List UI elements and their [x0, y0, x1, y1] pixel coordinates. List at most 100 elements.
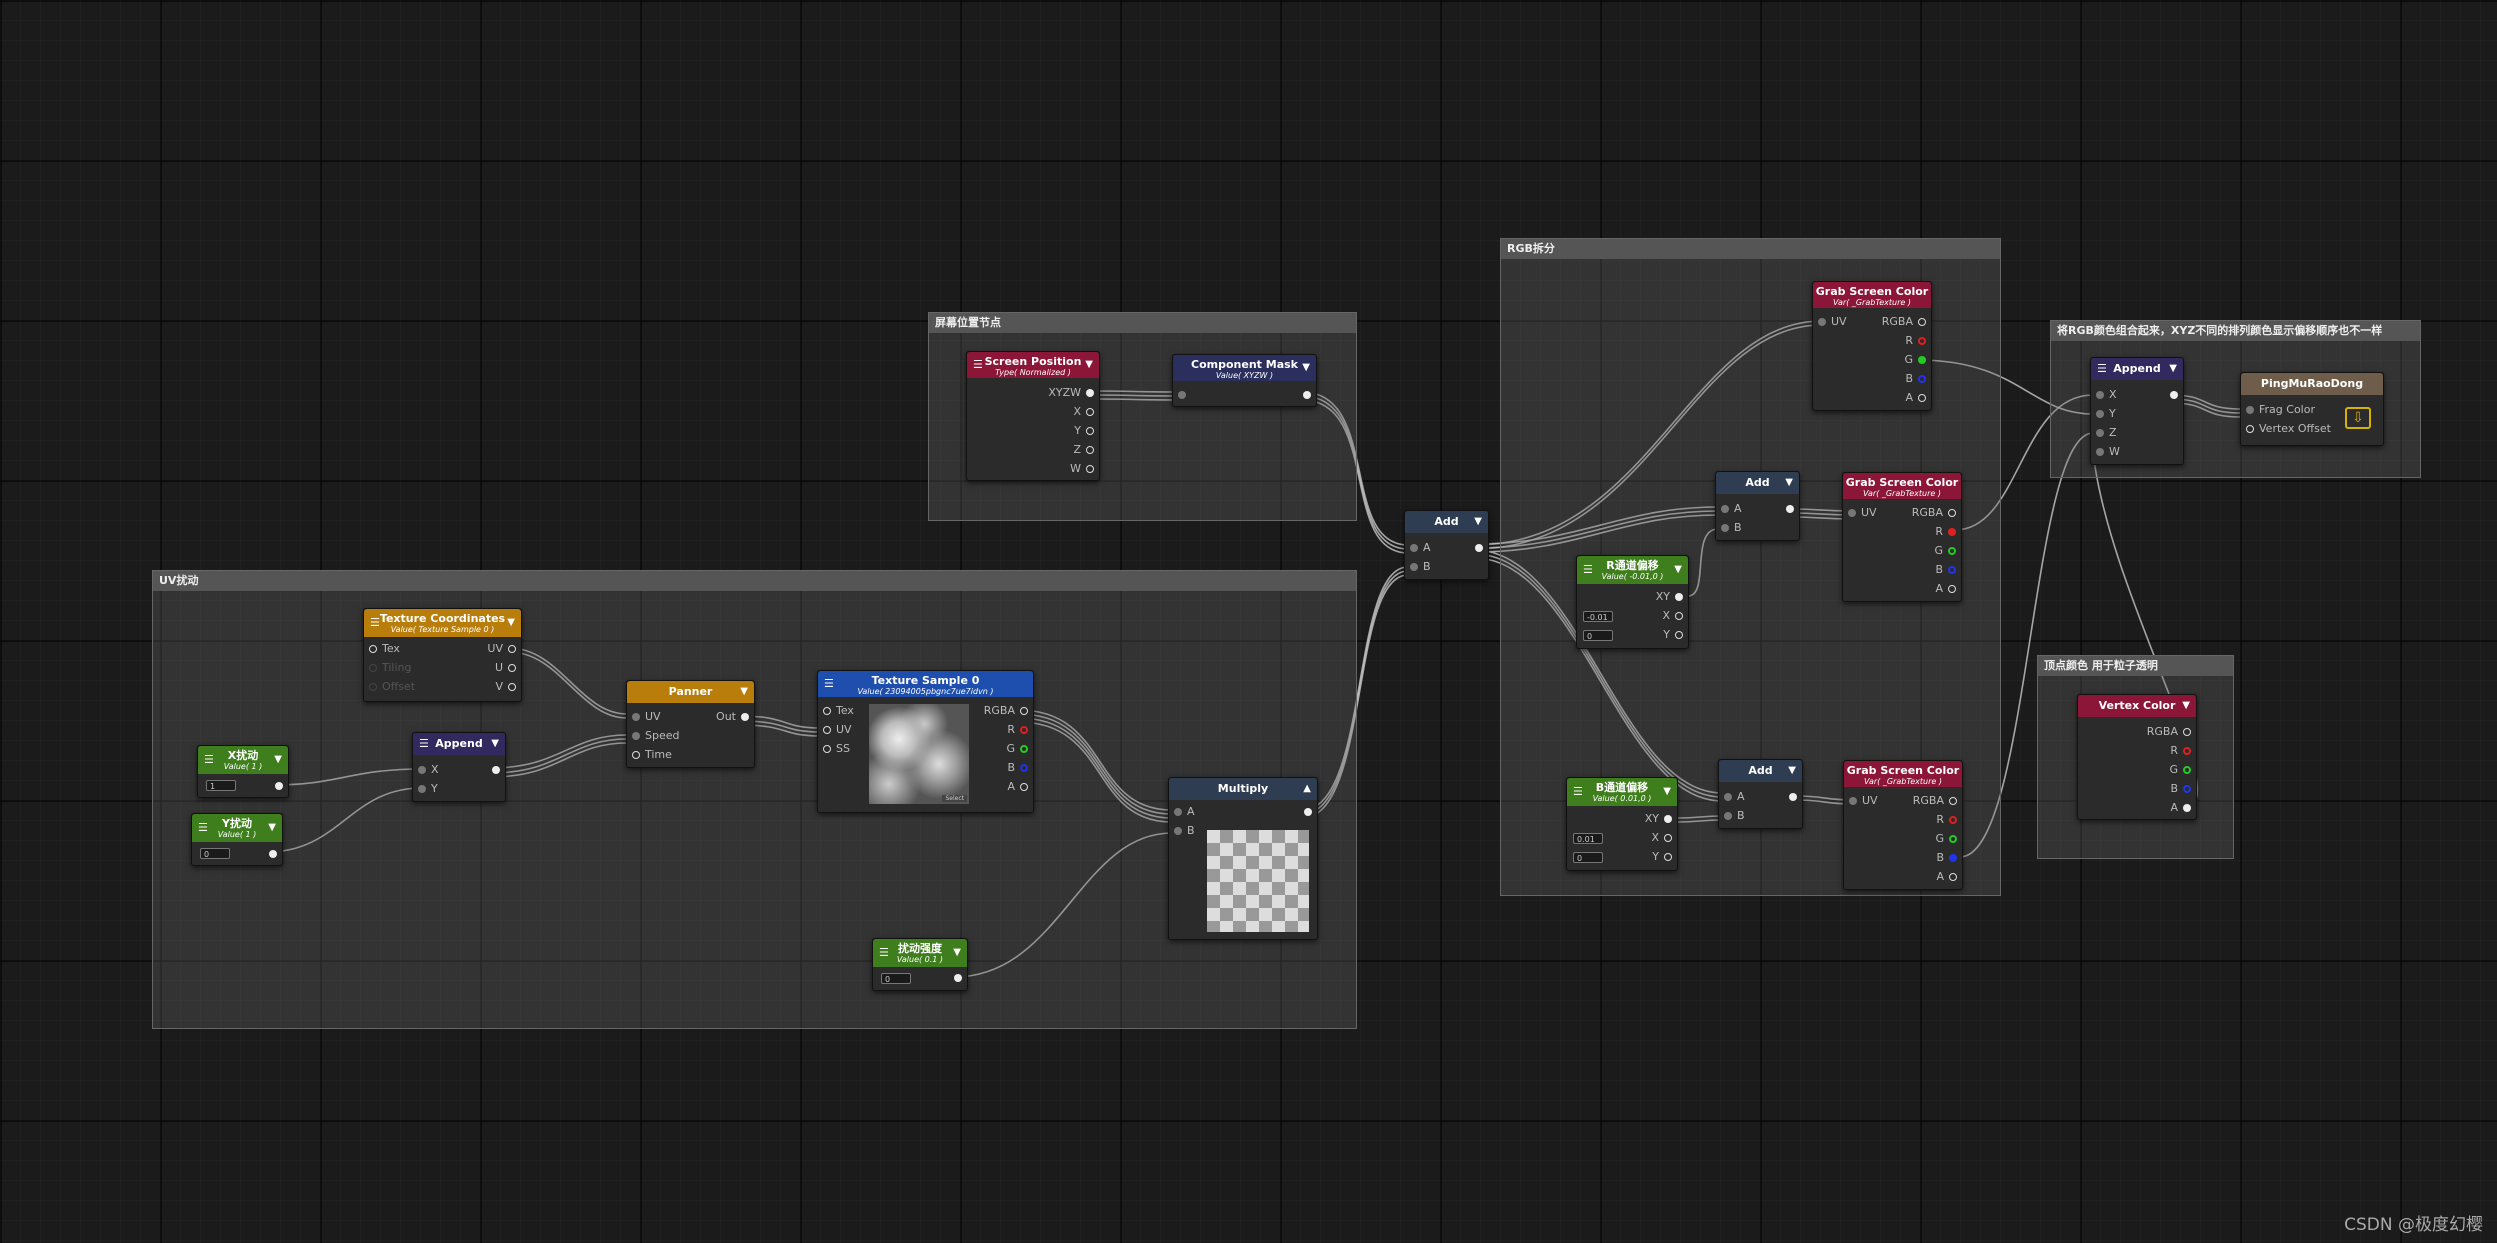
value-x-field[interactable]: 0.01	[1573, 833, 1603, 844]
output-b[interactable]: B	[1007, 761, 1031, 775]
dropdown-arrow-icon[interactable]: ▼	[1788, 764, 1796, 778]
multiply-node[interactable]: Multiply ▲ A B	[1168, 777, 1318, 940]
node-header[interactable]: ☰ Texture Sample 0 Value( 23094005pbgnc7…	[818, 671, 1033, 697]
output-x[interactable]: X	[1073, 405, 1097, 419]
output-u[interactable]: U	[495, 661, 519, 675]
value-field[interactable]: 0	[200, 848, 230, 859]
input-b[interactable]: B	[1407, 560, 1431, 574]
input-vertex-offset[interactable]: Vertex Offset	[2243, 422, 2331, 436]
input-b[interactable]: B	[1718, 521, 1742, 535]
output-r[interactable]: R	[2170, 744, 2194, 758]
input-b[interactable]: B	[1721, 809, 1745, 823]
output-out[interactable]: Out	[716, 710, 752, 724]
output-y[interactable]: Y	[1074, 424, 1097, 438]
output-g[interactable]: G	[1935, 832, 1960, 846]
node-header[interactable]: Add ▼	[1719, 760, 1802, 782]
output[interactable]	[1781, 502, 1797, 516]
b-channel-offset-node[interactable]: ☰ B通道偏移 Value( 0.01,0 ) ▼ XY 0.01 X 0 Y	[1566, 777, 1678, 871]
input-tex[interactable]: Tex	[820, 704, 854, 718]
output[interactable]	[1299, 805, 1315, 819]
node-header[interactable]: ☰ B通道偏移 Value( 0.01,0 ) ▼	[1567, 778, 1677, 806]
output-r[interactable]: R	[1905, 334, 1929, 348]
input-y[interactable]: Y	[2093, 407, 2116, 421]
value-field[interactable]: 0	[881, 973, 911, 984]
input-tiling[interactable]: Tiling	[366, 661, 412, 675]
input-a[interactable]: A	[1171, 805, 1195, 819]
output-b[interactable]: B	[1936, 851, 1960, 865]
node-header[interactable]: ☰ R通道偏移 Value( -0.01,0 ) ▼	[1577, 556, 1688, 584]
output-v[interactable]: V	[495, 680, 519, 694]
hamburger-icon[interactable]: ☰	[973, 359, 983, 371]
output-r[interactable]: R	[1935, 525, 1959, 539]
output[interactable]	[487, 763, 503, 777]
output-rgba[interactable]: RGBA	[984, 704, 1031, 718]
input-uv[interactable]: UV	[1815, 315, 1847, 329]
node-header[interactable]: Multiply ▲	[1169, 778, 1317, 800]
disturb-strength-node[interactable]: ☰ 扰动强度 Value( 0.1 ) ▼ 0	[872, 938, 968, 991]
node-header[interactable]: ☰ Append ▼	[2091, 358, 2183, 380]
node-header[interactable]: ☰ Append ▼	[413, 733, 505, 755]
dropdown-arrow-icon[interactable]: ▼	[1785, 476, 1793, 490]
dropdown-arrow-icon[interactable]: ▼	[2169, 362, 2177, 376]
hamburger-icon[interactable]: ☰	[824, 678, 834, 690]
component-mask-node[interactable]: Component Mask Value( XYZW ) ▼	[1172, 354, 1317, 407]
node-header[interactable]: Vertex Color ▼	[2078, 695, 2196, 717]
node-header[interactable]: ☰ Screen Position Type( Normalized ) ▼	[967, 352, 1099, 378]
input-ss[interactable]: SS	[820, 742, 850, 756]
dropdown-arrow-icon[interactable]: ▼	[953, 946, 961, 960]
node-header[interactable]: ☰ Y扰动 Value( 1 ) ▼	[192, 814, 282, 842]
input-tex[interactable]: Tex	[366, 642, 400, 656]
texture-sample-node[interactable]: ☰ Texture Sample 0 Value( 23094005pbgnc7…	[817, 670, 1034, 813]
input-x[interactable]: X	[2093, 388, 2117, 402]
vertex-color-node[interactable]: Vertex Color ▼ RGBA R G B A	[2077, 694, 2197, 820]
input-a[interactable]: A	[1718, 502, 1742, 516]
node-header[interactable]: Add ▼	[1405, 511, 1488, 533]
output-value[interactable]	[264, 847, 280, 861]
output-uv[interactable]: UV	[487, 642, 519, 656]
dropdown-arrow-icon[interactable]: ▼	[1474, 515, 1482, 529]
input-y[interactable]: Y	[415, 782, 438, 796]
output-rgba[interactable]: RGBA	[1912, 506, 1959, 520]
output[interactable]	[1784, 790, 1800, 804]
output-xy[interactable]: XY	[1656, 590, 1686, 604]
texture-coordinates-node[interactable]: ☰ Texture Coordinates Value( Texture Sam…	[363, 608, 522, 702]
output-b[interactable]: B	[1935, 563, 1959, 577]
output-xyzw[interactable]: XYZW	[1048, 386, 1097, 400]
output-a[interactable]: A	[1935, 582, 1959, 596]
node-header[interactable]: ☰ X扰动 Value( 1 ) ▼	[198, 746, 288, 774]
input-uv[interactable]: UV	[629, 710, 661, 724]
dropdown-arrow-icon[interactable]: ▼	[274, 753, 282, 767]
output-rgba[interactable]: RGBA	[1882, 315, 1929, 329]
node-header[interactable]: Grab Screen Color Var( _GrabTexture )	[1843, 473, 1961, 499]
output[interactable]	[2165, 388, 2181, 402]
hamburger-icon[interactable]: ☰	[370, 617, 380, 629]
value-x-field[interactable]: -0.01	[1583, 611, 1613, 622]
output-b[interactable]: B	[2170, 782, 2194, 796]
hamburger-icon[interactable]: ☰	[2097, 363, 2107, 375]
output-b[interactable]: B	[1905, 372, 1929, 386]
output-a[interactable]: A	[2170, 801, 2194, 815]
node-header[interactable]: Add ▼	[1716, 472, 1799, 494]
dropdown-arrow-icon[interactable]: ▼	[507, 616, 515, 630]
output-a[interactable]: A	[1936, 870, 1960, 884]
grab-screen-color-node-r[interactable]: Grab Screen Color Var( _GrabTexture ) UV…	[1842, 472, 1962, 602]
append-node[interactable]: ☰ Append ▼ X Y	[412, 732, 506, 802]
node-header[interactable]: ☰ Texture Coordinates Value( Texture Sam…	[364, 609, 521, 637]
dropdown-arrow-icon[interactable]: ▼	[491, 737, 499, 751]
output-rgba[interactable]: RGBA	[2147, 725, 2194, 739]
collapse-arrow-icon[interactable]: ▲	[1303, 782, 1311, 796]
output-value[interactable]	[270, 779, 286, 793]
input-time[interactable]: Time	[629, 748, 672, 762]
output-a[interactable]: A	[1007, 780, 1031, 794]
x-disturb-node[interactable]: ☰ X扰动 Value( 1 ) ▼ 1	[197, 745, 289, 798]
output-g[interactable]: G	[1006, 742, 1031, 756]
screen-position-node[interactable]: ☰ Screen Position Type( Normalized ) ▼ X…	[966, 351, 1100, 481]
append-rgb-node[interactable]: ☰ Append ▼ X Y Z W	[2090, 357, 2184, 465]
input-speed[interactable]: Speed	[629, 729, 679, 743]
output-a[interactable]: A	[1905, 391, 1929, 405]
dropdown-arrow-icon[interactable]: ▼	[1302, 361, 1310, 375]
input-frag-color[interactable]: Frag Color	[2243, 403, 2315, 417]
hamburger-icon[interactable]: ☰	[879, 947, 889, 959]
add-node-r[interactable]: Add ▼ A B	[1715, 471, 1800, 541]
input-w[interactable]: W	[2093, 445, 2120, 459]
